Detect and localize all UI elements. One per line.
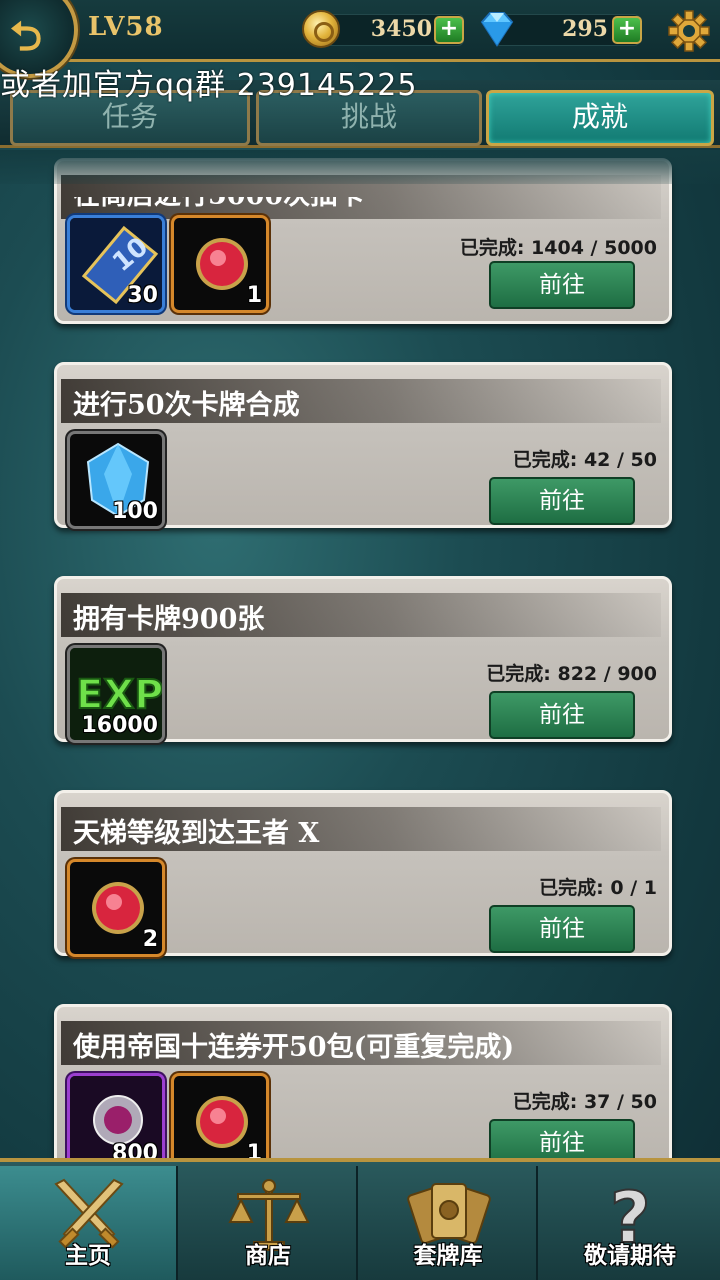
progress-text: 已完成: 1404 / 5000 — [459, 237, 657, 259]
gem-amount: 295 — [562, 16, 608, 42]
exp-label: EXP — [76, 672, 163, 718]
achievement-title: 拥有卡牌900张 — [73, 604, 265, 635]
reward-qty: 1 — [246, 283, 262, 308]
gold-amount: 3450 — [370, 16, 432, 42]
go-button[interactable]: 前往 — [489, 691, 635, 739]
reward-exp[interactable]: EXP 16000 — [67, 645, 165, 743]
add-gold-button[interactable]: + — [434, 16, 464, 44]
watermark-text: 或者加官方qq群 239145225 — [0, 68, 418, 103]
achievement-card: 进行50次卡牌合成 100 已完成: 42 / 50 前往 — [54, 362, 672, 529]
reward-crystal[interactable]: 100 — [67, 431, 165, 529]
achievement-title: 天梯等级到达王者 X — [73, 818, 320, 849]
reward-token[interactable]: 800 — [67, 1073, 165, 1160]
nav-label: 敬请期待 — [584, 1243, 676, 1269]
nav-home[interactable]: 主页 — [0, 1166, 178, 1280]
diamond-icon — [480, 12, 514, 47]
reward-ruby[interactable]: 1 — [171, 215, 269, 313]
nav-label: 商店 — [245, 1243, 291, 1269]
achievement-list[interactable]: 在商店进行5000次抽卡 10 30 1 已完成: 1404 / 5000 前往… — [0, 150, 720, 1160]
nav-deck[interactable]: 套牌库 — [360, 1166, 538, 1280]
scroll-fade — [0, 150, 720, 184]
reward-qty: 16000 — [81, 713, 158, 738]
settings-gear-icon[interactable] — [668, 10, 710, 52]
progress-text: 已完成: 42 / 50 — [512, 449, 657, 471]
achievement-card: 使用帝国十连券开50包(可重复完成) 800 1 已完成: 37 / 50 前往 — [54, 1004, 672, 1160]
progress-text: 已完成: 37 / 50 — [512, 1091, 657, 1113]
achievement-title: 进行50次卡牌合成 — [73, 390, 300, 421]
progress-text: 已完成: 0 / 1 — [539, 877, 657, 899]
gold-coin-icon — [302, 10, 340, 48]
reward-qty: 100 — [112, 499, 158, 524]
tab-achievements[interactable]: 成就 — [486, 90, 714, 146]
player-level: LV58 — [88, 12, 164, 42]
nav-label: 主页 — [65, 1243, 111, 1269]
reward-qty: 2 — [142, 927, 158, 952]
achievement-title: 使用帝国十连券开50包(可重复完成) — [73, 1032, 515, 1063]
go-button[interactable]: 前往 — [489, 261, 635, 309]
nav-label: 套牌库 — [413, 1243, 483, 1269]
go-button[interactable]: 前往 — [489, 1119, 635, 1160]
reward-ruby[interactable]: 2 — [67, 859, 165, 957]
achievement-card: 拥有卡牌900张 EXP 16000 已完成: 822 / 900 前往 — [54, 576, 672, 743]
reward-qty: 30 — [127, 283, 158, 308]
add-gems-button[interactable]: + — [612, 16, 642, 44]
go-button[interactable]: 前往 — [489, 905, 635, 953]
nav-shop[interactable]: 商店 — [180, 1166, 358, 1280]
achievement-card: 天梯等级到达王者 X 2 已完成: 0 / 1 前往 — [54, 790, 672, 957]
reward-ruby[interactable]: 1 — [171, 1073, 269, 1160]
go-button[interactable]: 前往 — [489, 477, 635, 525]
reward-card-pack[interactable]: 10 30 — [67, 215, 165, 313]
progress-text: 已完成: 822 / 900 — [486, 663, 657, 685]
nav-coming-soon[interactable]: ? 敬请期待 — [540, 1166, 720, 1280]
